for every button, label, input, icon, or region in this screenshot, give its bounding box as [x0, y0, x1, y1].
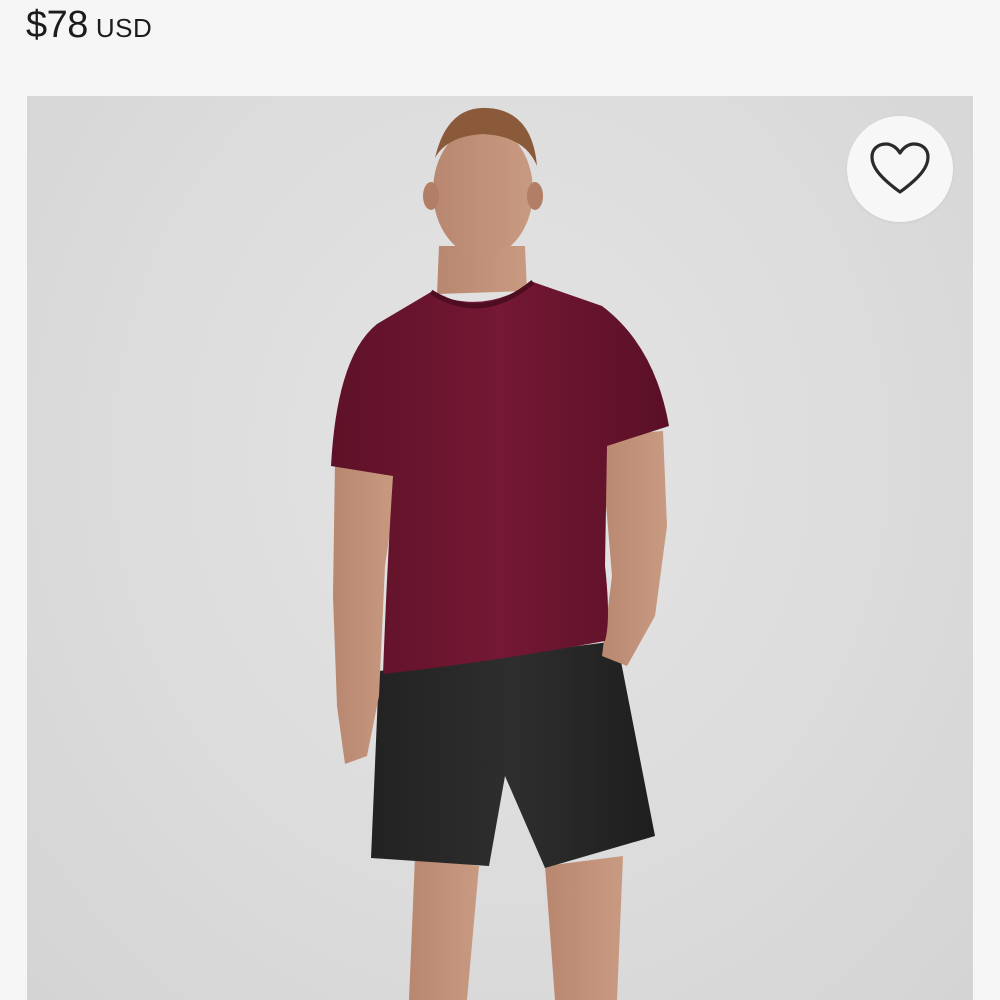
model-illustration — [331, 107, 669, 1000]
heart-outline-icon — [870, 142, 930, 194]
price-amount: $78 — [26, 4, 88, 46]
wishlist-button[interactable] — [847, 116, 953, 222]
product-image[interactable] — [27, 96, 973, 1000]
price: $78 USD — [26, 4, 152, 48]
price-currency: USD — [95, 13, 153, 43]
product-page: $78 USD — [0, 0, 1000, 1000]
